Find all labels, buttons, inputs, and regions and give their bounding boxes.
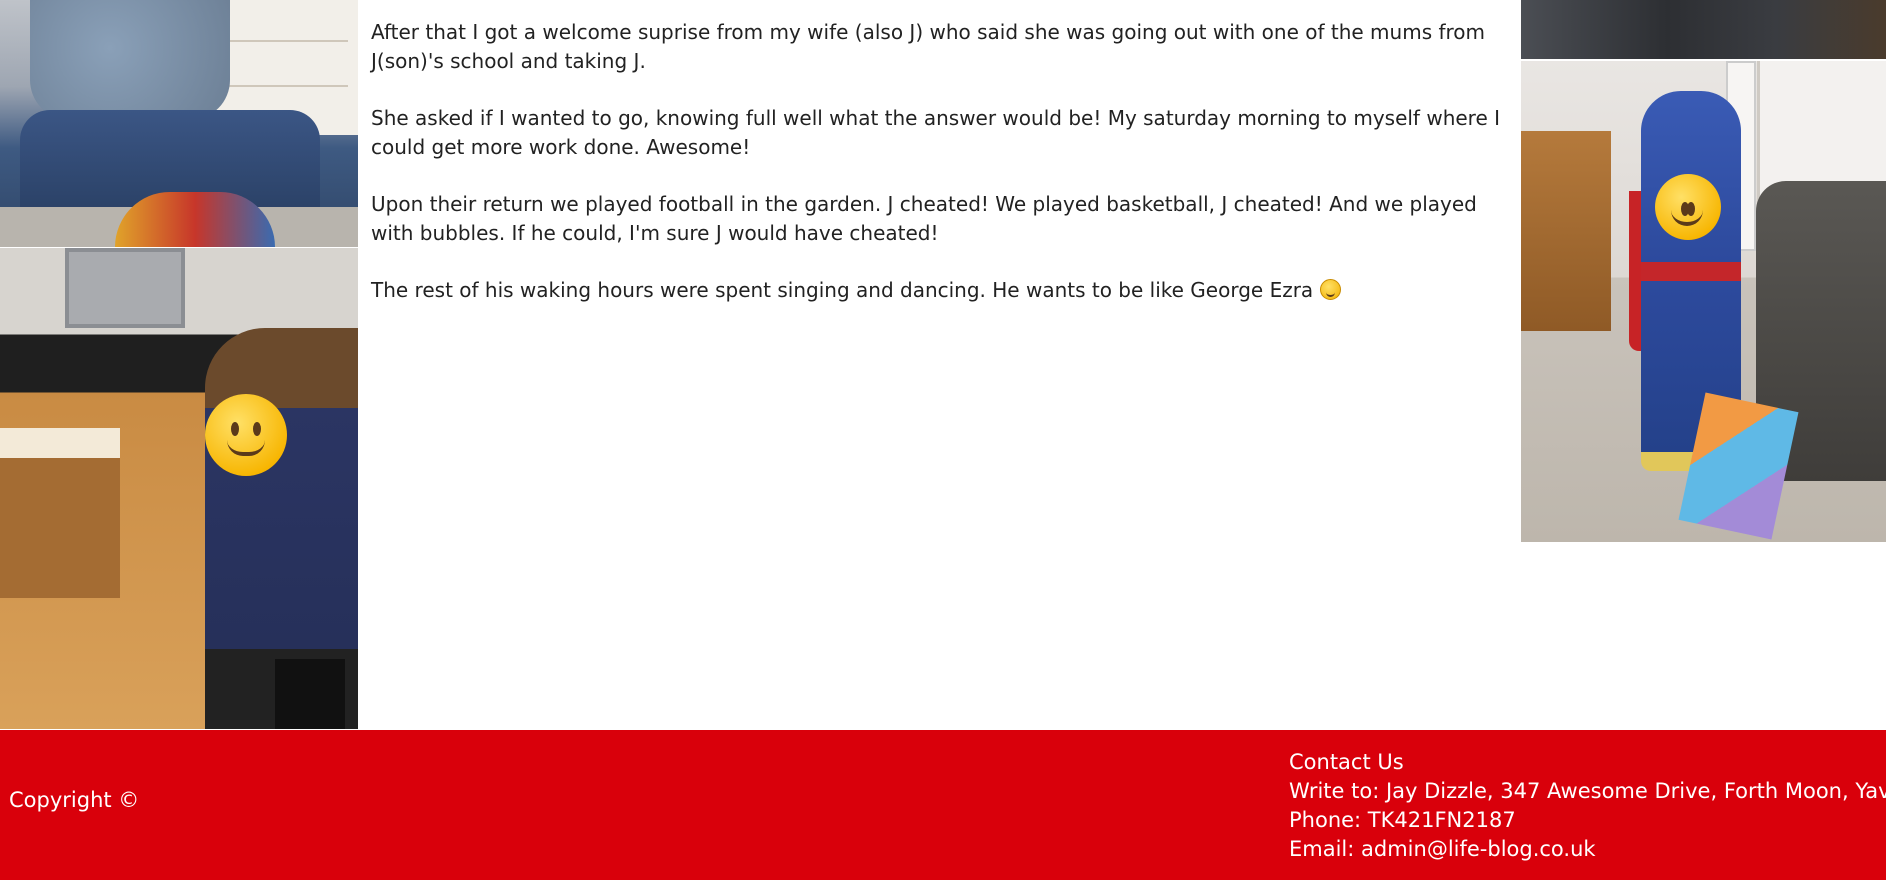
photo-dark-top[interactable]: [1521, 0, 1886, 59]
step-stool: [275, 659, 345, 729]
article-paragraph-last: The rest of his waking hours were spent …: [371, 276, 1511, 305]
smiley-face-icon: [1655, 174, 1721, 240]
photo-child-gingerbread-kitchen[interactable]: [0, 248, 358, 729]
copyright-text: Copyright ©: [9, 788, 140, 812]
wooden-chair: [1521, 131, 1611, 331]
toaster-oven: [65, 248, 185, 328]
contact-address: Write to: Jay Dizzle, 347 Awesome Drive,…: [1289, 779, 1886, 803]
left-photo-column: [0, 0, 358, 729]
photo-child-superman-costume[interactable]: [1521, 61, 1886, 542]
child-shirt: [30, 0, 230, 120]
article-paragraph: Upon their return we played football in …: [371, 192, 1477, 245]
gingerbread-house: [0, 428, 120, 598]
smiley-face-icon: [205, 394, 287, 476]
contact-email-link[interactable]: Email: admin@life-blog.co.uk: [1289, 835, 1886, 864]
blog-article: After that I got a welcome suprise from …: [371, 18, 1511, 333]
photo-child-jeans[interactable]: [0, 0, 358, 247]
article-paragraph-text: The rest of his waking hours were spent …: [371, 278, 1314, 302]
site-footer: Copyright © Contact Us Write to: Jay Diz…: [0, 730, 1886, 880]
contact-heading: Contact Us: [1289, 750, 1404, 774]
contact-phone: Phone: TK421FN2187: [1289, 808, 1516, 832]
right-photo-column: [1521, 0, 1886, 542]
article-paragraph: She asked if I wanted to go, knowing ful…: [371, 106, 1501, 159]
smiley-face-emoji-icon: [1319, 279, 1341, 300]
article-paragraph: After that I got a welcome suprise from …: [371, 20, 1486, 73]
contact-block: Contact Us Write to: Jay Dizzle, 347 Awe…: [1289, 748, 1886, 864]
